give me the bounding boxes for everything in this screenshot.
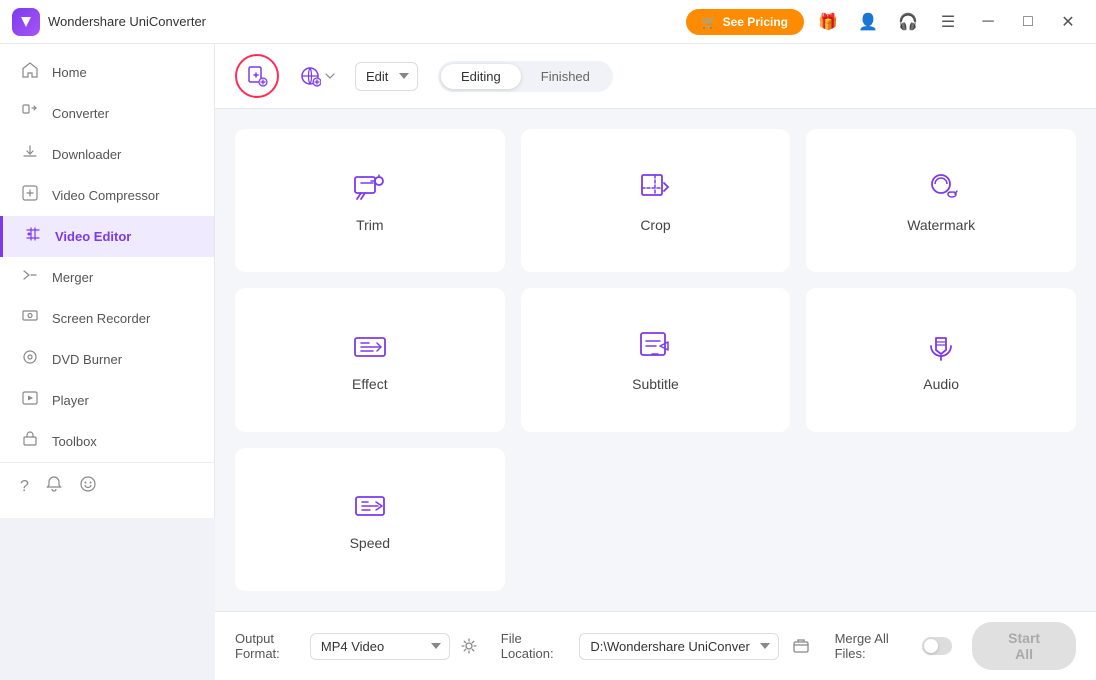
- sidebar-item-video-compressor[interactable]: Video Compressor: [0, 175, 214, 216]
- help-icon[interactable]: ?: [20, 478, 29, 496]
- watermark-icon: [922, 169, 960, 207]
- compressor-label: Video Compressor: [52, 188, 159, 203]
- effect-icon: [351, 328, 389, 366]
- main-layout: Home Converter Downloader Video Compress…: [0, 44, 1096, 680]
- tab-editing[interactable]: Editing: [441, 64, 521, 89]
- minimize-button[interactable]: ─: [972, 6, 1004, 38]
- trim-icon: [351, 169, 389, 207]
- account-button[interactable]: 👤: [852, 6, 884, 38]
- subtitle-label: Subtitle: [632, 376, 679, 392]
- home-icon: [20, 62, 40, 83]
- subtitle-icon: [636, 328, 674, 366]
- title-bar: Wondershare UniConverter 🛒 See Pricing 🎁…: [0, 0, 1096, 44]
- file-location-field: File Location: D:\Wondershare UniConvert…: [501, 631, 815, 661]
- sidebar-item-toolbox[interactable]: Toolbox: [0, 421, 214, 462]
- video-editor-icon: [23, 226, 43, 247]
- content-area: Edit Editing Finished Trim: [215, 44, 1096, 680]
- speed-card[interactable]: Speed: [235, 448, 505, 591]
- dvd-burner-icon: [20, 349, 40, 370]
- start-all-button[interactable]: Start All: [972, 622, 1076, 670]
- speed-icon: [351, 487, 389, 525]
- dvd-burner-label: DVD Burner: [52, 352, 122, 367]
- output-format-label: Output Format:: [235, 631, 302, 661]
- title-bar-actions: 🛒 See Pricing 🎁 👤 🎧 ☰ ─ □ ✕: [686, 6, 1084, 38]
- sidebar-item-home[interactable]: Home: [0, 52, 214, 93]
- output-format-select[interactable]: MP4 Video: [310, 633, 450, 660]
- crop-card[interactable]: Crop: [521, 129, 791, 272]
- add-file-button[interactable]: [235, 54, 279, 98]
- notification-icon[interactable]: [45, 475, 63, 498]
- sidebar-item-video-editor[interactable]: Video Editor: [0, 216, 214, 257]
- downloader-label: Downloader: [52, 147, 121, 162]
- gift-button[interactable]: 🎁: [812, 6, 844, 38]
- add-url-button[interactable]: [291, 59, 343, 93]
- sidebar-item-converter[interactable]: Converter: [0, 93, 214, 134]
- file-location-browse-button[interactable]: [787, 631, 814, 661]
- file-location-select[interactable]: D:\Wondershare UniConverter: [579, 633, 779, 660]
- output-format-field: Output Format: MP4 Video: [235, 631, 481, 661]
- see-pricing-button[interactable]: 🛒 See Pricing: [686, 9, 804, 35]
- video-editor-label: Video Editor: [55, 229, 131, 244]
- headset-button[interactable]: 🎧: [892, 6, 924, 38]
- merger-icon: [20, 267, 40, 288]
- compressor-icon: [20, 185, 40, 206]
- audio-label: Audio: [923, 376, 959, 392]
- watermark-label: Watermark: [907, 217, 975, 233]
- sidebar-item-downloader[interactable]: Downloader: [0, 134, 214, 175]
- menu-button[interactable]: ☰: [932, 6, 964, 38]
- feedback-icon[interactable]: [79, 475, 97, 498]
- merger-label: Merger: [52, 270, 93, 285]
- tab-finished[interactable]: Finished: [521, 64, 610, 89]
- home-label: Home: [52, 65, 87, 80]
- player-icon: [20, 390, 40, 411]
- app-logo: [12, 8, 40, 36]
- maximize-button[interactable]: □: [1012, 6, 1044, 38]
- pricing-label: See Pricing: [723, 15, 788, 29]
- sidebar-item-merger[interactable]: Merger: [0, 257, 214, 298]
- url-dropdown-icon: [325, 73, 335, 79]
- tab-group: Editing Finished: [438, 61, 613, 92]
- converter-icon: [20, 103, 40, 124]
- merge-toggle-field: Merge All Files:: [835, 631, 953, 661]
- toolbar: Edit Editing Finished: [215, 44, 1096, 109]
- crop-label: Crop: [640, 217, 670, 233]
- sidebar-wrapper: Home Converter Downloader Video Compress…: [0, 44, 215, 680]
- subtitle-card[interactable]: Subtitle: [521, 288, 791, 431]
- sidebar-item-player[interactable]: Player: [0, 380, 214, 421]
- merge-toggle-switch[interactable]: [922, 637, 952, 655]
- toolbox-label: Toolbox: [52, 434, 97, 449]
- editor-grid: Trim Crop Watermark: [215, 109, 1096, 611]
- downloader-icon: [20, 144, 40, 165]
- trim-label: Trim: [356, 217, 383, 233]
- file-location-label: File Location:: [501, 631, 572, 661]
- crop-icon: [636, 169, 674, 207]
- effect-label: Effect: [352, 376, 388, 392]
- sidebar: Home Converter Downloader Video Compress…: [0, 44, 215, 518]
- player-label: Player: [52, 393, 89, 408]
- sidebar-item-screen-recorder[interactable]: Screen Recorder: [0, 298, 214, 339]
- sidebar-item-dvd-burner[interactable]: DVD Burner: [0, 339, 214, 380]
- app-title: Wondershare UniConverter: [48, 14, 686, 29]
- merge-all-label: Merge All Files:: [835, 631, 914, 661]
- effect-card[interactable]: Effect: [235, 288, 505, 431]
- cart-icon: 🛒: [702, 15, 717, 29]
- logo-icon: [18, 14, 34, 30]
- toolbox-icon: [20, 431, 40, 452]
- converter-label: Converter: [52, 106, 109, 121]
- add-url-icon: [299, 65, 321, 87]
- watermark-card[interactable]: Watermark: [806, 129, 1076, 272]
- bottom-bar: Output Format: MP4 Video File Location: …: [215, 611, 1096, 680]
- trim-card[interactable]: Trim: [235, 129, 505, 272]
- add-file-icon: [246, 65, 268, 87]
- sidebar-bottom: ?: [0, 462, 214, 510]
- speed-label: Speed: [350, 535, 390, 551]
- audio-icon: [922, 328, 960, 366]
- close-button[interactable]: ✕: [1052, 6, 1084, 38]
- output-format-settings-button[interactable]: [458, 631, 481, 661]
- screen-recorder-label: Screen Recorder: [52, 311, 150, 326]
- audio-card[interactable]: Audio: [806, 288, 1076, 431]
- format-select[interactable]: Edit: [355, 62, 418, 91]
- screen-recorder-icon: [20, 308, 40, 329]
